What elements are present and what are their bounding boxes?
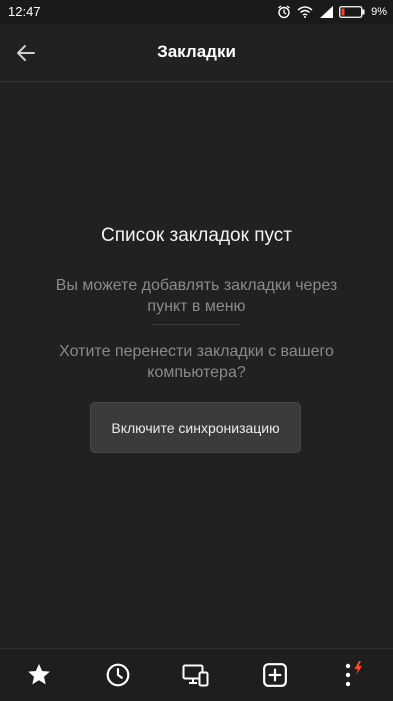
- devices-icon: [182, 664, 209, 687]
- empty-state-title: Список закладок пуст: [101, 225, 292, 246]
- clock-icon: [106, 663, 130, 687]
- wifi-icon: [297, 6, 313, 18]
- bookmarks-tab[interactable]: [19, 657, 59, 693]
- new-tab-button[interactable]: [255, 657, 295, 693]
- status-icons: 9%: [277, 3, 387, 21]
- status-bar: 12:47 9%: [0, 0, 393, 24]
- more-menu-icon: [345, 661, 362, 687]
- battery-percent: 9%: [371, 6, 387, 18]
- battery-icon: [339, 6, 365, 18]
- enable-sync-button[interactable]: Включите синхронизацию: [90, 402, 301, 453]
- page-title: Закладки: [157, 42, 236, 61]
- empty-state-hint-add: Вы можете добавлять закладки через пункт…: [55, 277, 338, 315]
- app-bar: Закладки: [0, 24, 393, 82]
- alarm-icon: [278, 5, 290, 19]
- more-menu-button[interactable]: [334, 657, 374, 693]
- devices-tab[interactable]: [176, 657, 216, 693]
- add-tab-icon: [263, 663, 287, 687]
- bottom-nav: [0, 648, 393, 701]
- empty-state-hint-transfer: Хотите перенести закладки с вашего компь…: [59, 343, 334, 381]
- signal-icon: [320, 6, 334, 18]
- star-icon: [28, 663, 50, 685]
- status-time: 12:47: [8, 4, 41, 19]
- divider: [152, 324, 240, 325]
- history-tab[interactable]: [98, 657, 138, 693]
